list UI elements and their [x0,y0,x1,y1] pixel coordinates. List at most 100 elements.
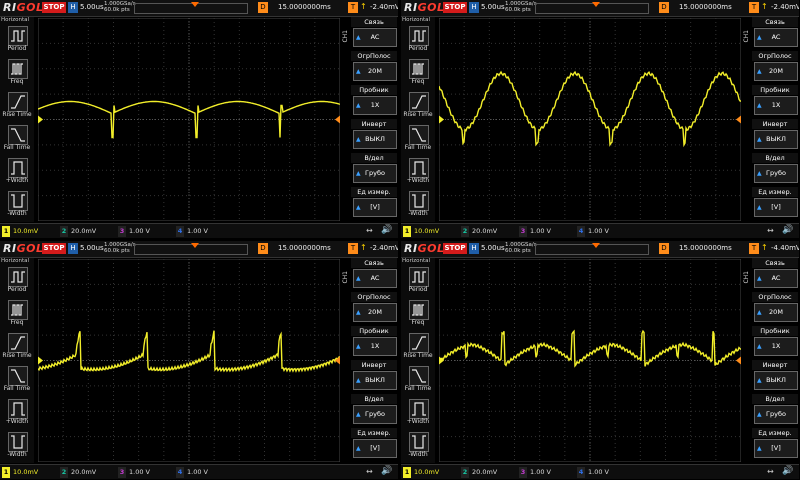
channel-menu-item[interactable]: ОгрПолос ▲ 20M [752,51,798,82]
channel-3-indicator[interactable]: 3 1.00 V [519,467,551,478]
run-stop-status[interactable]: STOP [42,243,66,254]
channel-menu-item[interactable]: Связь ▲ AC [351,258,397,289]
channel-1-indicator[interactable]: 1 10.0mV [2,226,38,237]
channel-menu-item[interactable]: В/дел ▲ Грубо [752,153,798,184]
channel-menu-item[interactable]: Ед измер. ▲ [V] [351,428,397,459]
measure-item-fall-time[interactable]: Fall Time [403,125,433,155]
trigger-label[interactable]: T [749,2,759,13]
measure-item-period[interactable]: Period [2,26,32,56]
channel-menu-item-value[interactable]: ▲ 20M [754,303,798,322]
run-stop-status[interactable]: STOP [42,2,66,13]
trigger-label[interactable]: T [348,2,358,13]
channel-menu-item-value[interactable]: ▲ ВЫКЛ [353,371,397,390]
channel-menu-item[interactable]: Ед измер. ▲ [V] [752,187,798,218]
channel-menu-item-value[interactable]: ▲ [V] [754,439,798,458]
horizontal-label[interactable]: H [68,2,78,13]
channel-menu-item[interactable]: Связь ▲ AC [752,258,798,289]
measure-item-period[interactable]: Period [403,26,433,56]
channel-1-indicator[interactable]: 1 10.0mV [403,226,439,237]
channel-2-indicator[interactable]: 2 20.0mV [60,467,96,478]
channel-menu-item-value[interactable]: ▲ 20M [754,62,798,81]
measure-item-fall-time[interactable]: Fall Time [403,366,433,396]
measure-item-width[interactable]: -Width [403,432,433,462]
measure-item-width[interactable]: +Width [403,158,433,188]
channel-menu-item[interactable]: В/дел ▲ Грубо [351,153,397,184]
channel-menu-item-value[interactable]: ▲ 20M [353,62,397,81]
measure-item-width[interactable]: +Width [2,158,32,188]
channel-2-indicator[interactable]: 2 20.0mV [461,467,497,478]
speaker-icon[interactable]: 🔊 [381,225,392,235]
run-stop-status[interactable]: STOP [443,243,467,254]
channel-menu-item-value[interactable]: ▲ 1X [754,96,798,115]
speaker-icon[interactable]: 🔊 [381,466,392,476]
horizontal-label[interactable]: H [469,243,479,254]
channel-menu-item[interactable]: ОгрПолос ▲ 20M [752,292,798,323]
channel-2-indicator[interactable]: 2 20.0mV [60,226,96,237]
channel-menu-item[interactable]: Инверт ▲ ВЫКЛ [351,360,397,391]
measure-item-width[interactable]: -Width [403,191,433,221]
channel-menu-item[interactable]: В/дел ▲ Грубо [752,394,798,425]
channel-menu-item[interactable]: Пробник ▲ 1X [752,326,798,357]
channel-menu-item[interactable]: ОгрПолос ▲ 20M [351,51,397,82]
measure-item-width[interactable]: +Width [403,399,433,429]
channel-menu-item-value[interactable]: ▲ Грубо [754,164,798,183]
channel-menu-item-value[interactable]: ▲ AC [353,269,397,288]
channel-menu-item[interactable]: Ед измер. ▲ [V] [351,187,397,218]
measure-item-width[interactable]: -Width [2,432,32,462]
measure-item-rise-time[interactable]: Rise Time [403,92,433,122]
measure-item-freq[interactable]: Freq [403,300,433,330]
channel-menu-item[interactable]: Инверт ▲ ВЫКЛ [752,360,798,391]
channel-3-indicator[interactable]: 3 1.00 V [118,226,150,237]
channel-menu-item[interactable]: Инверт ▲ ВЫКЛ [752,119,798,150]
channel-menu-item-value[interactable]: ▲ ВЫКЛ [353,130,397,149]
channel-2-indicator[interactable]: 2 20.0mV [461,226,497,237]
measure-item-fall-time[interactable]: Fall Time [2,125,32,155]
measure-item-fall-time[interactable]: Fall Time [2,366,32,396]
run-stop-status[interactable]: STOP [443,2,467,13]
channel-1-indicator[interactable]: 1 10.0mV [403,467,439,478]
measure-item-rise-time[interactable]: Rise Time [403,333,433,363]
channel-1-indicator[interactable]: 1 10.0mV [2,467,38,478]
channel-menu-item[interactable]: Связь ▲ AC [351,17,397,48]
channel-menu-item-value[interactable]: ▲ AC [754,269,798,288]
channel-4-indicator[interactable]: 4 1.00 V [577,467,609,478]
channel-menu-item-value[interactable]: ▲ AC [353,28,397,47]
measure-item-rise-time[interactable]: Rise Time [2,92,32,122]
channel-3-indicator[interactable]: 3 1.00 V [118,467,150,478]
channel-menu-item-value[interactable]: ▲ [V] [353,198,397,217]
channel-4-indicator[interactable]: 4 1.00 V [176,226,208,237]
channel-menu-item-value[interactable]: ▲ ВЫКЛ [754,371,798,390]
horizontal-label[interactable]: H [68,243,78,254]
channel-menu-item-value[interactable]: ▲ 20M [353,303,397,322]
channel-menu-item-value[interactable]: ▲ [V] [754,198,798,217]
horizontal-label[interactable]: H [469,2,479,13]
channel-menu-item-value[interactable]: ▲ AC [754,28,798,47]
measure-item-freq[interactable]: Freq [2,59,32,89]
channel-menu-item[interactable]: В/дел ▲ Грубо [351,394,397,425]
measure-item-rise-time[interactable]: Rise Time [2,333,32,363]
delay-label[interactable]: D [659,243,669,254]
measure-item-period[interactable]: Period [2,267,32,297]
trigger-label[interactable]: T [348,243,358,254]
speaker-icon[interactable]: 🔊 [782,225,793,235]
channel-menu-item-value[interactable]: ▲ Грубо [353,405,397,424]
channel-menu-item[interactable]: Ед измер. ▲ [V] [752,428,798,459]
channel-4-indicator[interactable]: 4 1.00 V [577,226,609,237]
channel-menu-item[interactable]: Пробник ▲ 1X [351,85,397,116]
channel-menu-item-value[interactable]: ▲ 1X [353,96,397,115]
delay-label[interactable]: D [258,2,268,13]
channel-menu-item-value[interactable]: ▲ [V] [353,439,397,458]
speaker-icon[interactable]: 🔊 [782,466,793,476]
trigger-label[interactable]: T [749,243,759,254]
channel-menu-item[interactable]: ОгрПолос ▲ 20M [351,292,397,323]
channel-menu-item-value[interactable]: ▲ Грубо [754,405,798,424]
measure-item-freq[interactable]: Freq [2,300,32,330]
measure-item-width[interactable]: -Width [2,191,32,221]
channel-menu-item[interactable]: Связь ▲ AC [752,17,798,48]
channel-menu-item-value[interactable]: ▲ Грубо [353,164,397,183]
measure-item-width[interactable]: +Width [2,399,32,429]
delay-label[interactable]: D [258,243,268,254]
measure-item-freq[interactable]: Freq [403,59,433,89]
measure-item-period[interactable]: Period [403,267,433,297]
channel-4-indicator[interactable]: 4 1.00 V [176,467,208,478]
